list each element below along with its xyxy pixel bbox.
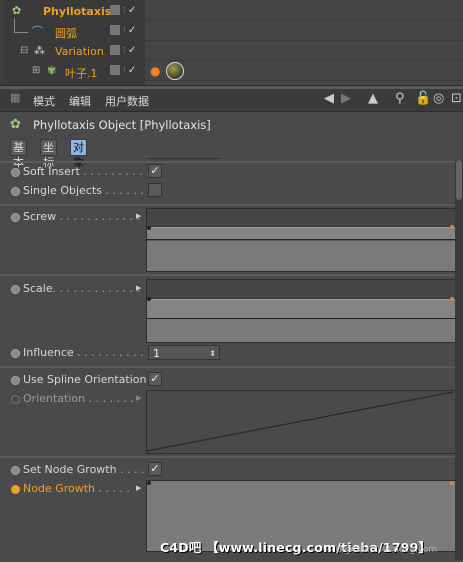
param-influence: Influence . . . . . . . . . . . . 1 ⬍ (0, 345, 463, 362)
param-label: Influence (23, 346, 74, 359)
spline-start-point[interactable] (147, 226, 151, 230)
enabled-check-icon: ✓ (127, 25, 137, 36)
param-label: Single Objects (23, 184, 102, 197)
grip-icon: ▦ (10, 91, 21, 104)
animation-dot-icon[interactable] (11, 187, 20, 196)
param-use-spline-orientation: Use Spline Orientation ✓ (0, 372, 463, 389)
target-icon[interactable]: ◎ (433, 91, 444, 106)
influence-input[interactable]: 1 ⬍ (148, 345, 220, 360)
leaf-object-icon: ✾ (47, 64, 57, 77)
tree-row-tags: ⁝ ✓ (110, 25, 136, 36)
param-soft-insert: Soft Insert . . . . . . . . . . . ✓ (0, 164, 463, 181)
spline-end-point[interactable] (450, 481, 454, 485)
param-label: Screw (23, 210, 57, 223)
param-label: Scale (23, 282, 53, 295)
watermark-small: digitalart.n.linecg.com (336, 545, 438, 555)
soft-insert-checkbox[interactable]: ✓ (148, 164, 162, 178)
forward-arrow-icon[interactable]: ▶ (341, 91, 351, 106)
tree-row-phyllotaxis[interactable]: ✿ Phyllotaxis ⁝ ✓ (0, 2, 463, 21)
tree-row-leaf[interactable]: ⊞ ✾ 叶子.1 ⁝ ✓ ● (0, 62, 463, 81)
animation-dot-icon[interactable] (11, 213, 20, 222)
variation-object-icon: ⁂ (34, 44, 45, 57)
param-label: Soft Insert (23, 165, 80, 178)
enabled-check-icon: ✓ (127, 65, 137, 76)
tree-row-tags: ⁝ ✓ (110, 65, 136, 76)
visibility-dots-icon: ⁝ (123, 26, 126, 36)
animation-dot-icon[interactable] (11, 466, 20, 475)
animation-dot-icon[interactable] (11, 349, 20, 358)
visibility-dots-icon: ⁝ (123, 66, 126, 76)
tree-label-phyllotaxis: Phyllotaxis (43, 5, 112, 18)
enabled-check-icon: ✓ (127, 45, 137, 56)
lock-icon[interactable]: 🔓 (415, 91, 431, 106)
material-tag-icon[interactable]: ● (150, 64, 160, 78)
tree-label-leaf: 叶子.1 (65, 67, 98, 80)
use-spline-orientation-checkbox[interactable]: ✓ (148, 372, 162, 386)
object-manager-tree: ✿ Phyllotaxis ⁝ ✓ ⌒ 圆弧 ⁝ ✓ ⊟ ⁂ Variation ⁝… (0, 0, 463, 86)
tab-coordinates[interactable]: 坐标 (40, 139, 57, 169)
spline-end-point[interactable] (450, 297, 454, 301)
attributes-scrollbar[interactable] (455, 160, 463, 560)
screw-spline-editor[interactable] (146, 208, 456, 272)
orientation-spline-editor[interactable] (146, 390, 456, 454)
param-label: Use Spline Orientation (23, 373, 147, 386)
enabled-check-icon: ✓ (127, 5, 137, 16)
expand-arrow-icon[interactable]: ▶ (136, 394, 141, 402)
layer-box-icon (110, 5, 120, 15)
tree-row-variation[interactable]: ⊟ ⁂ Variation ⁝ ✓ (0, 42, 463, 61)
set-node-growth-checkbox[interactable]: ✓ (148, 462, 162, 476)
expand-arrow-icon[interactable]: ▶ (136, 284, 141, 292)
sphere-material-icon[interactable] (166, 62, 184, 80)
back-arrow-icon[interactable]: ◀ (324, 91, 334, 106)
animation-dot-icon[interactable] (11, 485, 20, 494)
layer-box-icon (110, 65, 120, 75)
visibility-dots-icon: ⁝ (123, 6, 126, 16)
param-label: Node Growth (23, 482, 96, 495)
spinner-icon: ⬍ (209, 349, 216, 358)
tree-row-tags: ⁝ ✓ (110, 45, 136, 56)
phyllotaxis-object-icon: ✿ (10, 117, 21, 132)
scrollbar-thumb[interactable] (456, 160, 462, 200)
animation-dot-icon[interactable] (11, 285, 20, 294)
expand-arrow-icon[interactable]: ▶ (136, 484, 141, 492)
new-panel-icon[interactable]: ⊡ (451, 91, 462, 106)
attributes-menubar: ▦ 模式 编辑 用户数据 ◀ ▶ ▲ ⚲ 🔓 ◎ ⊡ (0, 89, 463, 112)
animation-dot-icon[interactable] (11, 395, 20, 404)
menu-edit[interactable]: 编辑 (69, 93, 91, 109)
single-objects-checkbox[interactable] (148, 183, 162, 197)
pointer-up-icon[interactable]: ▲ (368, 91, 378, 106)
tab-basic[interactable]: 基本 (10, 139, 27, 169)
menu-user-data[interactable]: 用户数据 (105, 93, 149, 109)
param-label: Set Node Growth (23, 463, 117, 476)
tree-row-tags: ⁝ ✓ (110, 5, 136, 16)
scale-spline-editor[interactable] (146, 279, 456, 343)
tree-row-arc[interactable]: ⌒ 圆弧 ⁝ ✓ (0, 18, 463, 41)
search-icon[interactable]: ⚲ (395, 91, 405, 106)
collapse-toggle-icon[interactable]: ⊟ (20, 45, 28, 56)
menu-mode[interactable]: 模式 (33, 93, 55, 109)
tree-label-arc: 圆弧 (55, 27, 77, 40)
param-label: Orientation (23, 392, 86, 405)
visibility-dots-icon: ⁝ (123, 46, 126, 56)
spline-start-point[interactable] (147, 297, 151, 301)
animation-dot-icon[interactable] (11, 376, 20, 385)
orientation-curve (147, 391, 454, 452)
arc-spline-icon: ⌒ (32, 25, 43, 38)
phyllotaxis-object-icon: ✿ (12, 4, 22, 17)
expand-toggle-icon[interactable]: ⊞ (32, 65, 40, 76)
param-single-objects: Single Objects . . . . . . . (0, 183, 463, 200)
spline-end-point[interactable] (450, 225, 454, 229)
tree-label-variation: Variation (55, 45, 104, 58)
expand-arrow-icon[interactable]: ▶ (136, 212, 141, 220)
layer-box-icon (110, 25, 120, 35)
param-set-node-growth: Set Node Growth . . . . . ✓ (0, 462, 463, 479)
animation-dot-icon[interactable] (11, 168, 20, 177)
layer-box-icon (110, 45, 120, 55)
spline-start-point[interactable] (147, 481, 151, 485)
tab-object[interactable]: 对象 (70, 139, 87, 169)
object-title: Phyllotaxis Object [Phyllotaxis] (33, 118, 211, 132)
